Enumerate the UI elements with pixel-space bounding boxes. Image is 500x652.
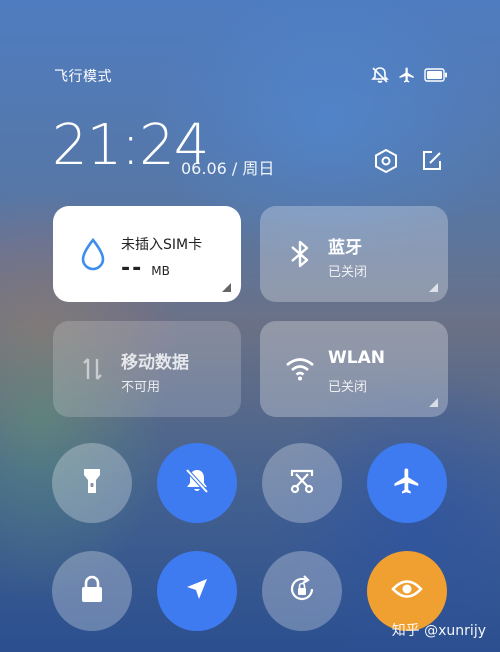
settings-button[interactable] [371,148,401,178]
toggle-lock[interactable] [52,551,132,631]
watermark-text: 知乎 @xunrijy [391,623,486,639]
date-label: 06.06 / 周日 [181,159,275,178]
mobile-data-title: 移动数据 [121,353,189,373]
edit-button[interactable] [417,148,447,178]
data-usage-value-row: -- MB [121,256,170,281]
tile-bluetooth[interactable]: 蓝牙 已关闭 [260,206,448,302]
wifi-icon [284,351,316,387]
toggle-mute[interactable] [157,443,237,523]
toggle-rotation-lock[interactable] [262,551,342,631]
data-usage-value: -- [121,256,144,281]
toggle-flashlight[interactable] [52,443,132,523]
status-icons [370,66,448,84]
bluetooth-icon [284,236,316,272]
bluetooth-status: 已关闭 [328,265,368,280]
data-arrows-icon [77,351,109,387]
bluetooth-title: 蓝牙 [328,238,362,258]
status-airplane-mode-label: 飞行模式 [54,69,112,85]
settings-icon [373,148,399,178]
expand-corner-icon [429,283,438,292]
wlan-status: 已关闭 [328,380,368,395]
bell-off-icon [182,466,212,500]
wlan-title: WLAN [328,348,385,368]
toggle-location[interactable] [157,551,237,631]
edit-icon [420,149,444,177]
rotation-lock-icon [287,574,317,608]
toggle-screenshot[interactable] [262,443,342,523]
airplane-icon [398,66,416,84]
water-drop-icon [77,236,109,272]
toggle-airplane[interactable] [367,443,447,523]
toggle-eye-comfort[interactable] [367,551,447,631]
flashlight-icon [81,466,103,500]
tile-data-usage[interactable]: 未插入SIM卡 -- MB [53,206,241,302]
expand-corner-icon [429,398,438,407]
eye-icon [391,578,423,604]
lock-icon [79,574,105,608]
expand-corner-icon [222,283,231,292]
data-usage-unit: MB [151,264,170,278]
mobile-data-status: 不可用 [121,380,161,395]
airplane-icon [392,466,422,500]
tile-wlan[interactable]: WLAN 已关闭 [260,321,448,417]
tile-mobile-data[interactable]: 移动数据 不可用 [53,321,241,417]
scissors-icon [287,466,317,500]
battery-icon [424,68,448,82]
mute-icon [370,66,390,84]
location-arrow-icon [183,575,211,607]
sim-status-label: 未插入SIM卡 [121,237,203,253]
